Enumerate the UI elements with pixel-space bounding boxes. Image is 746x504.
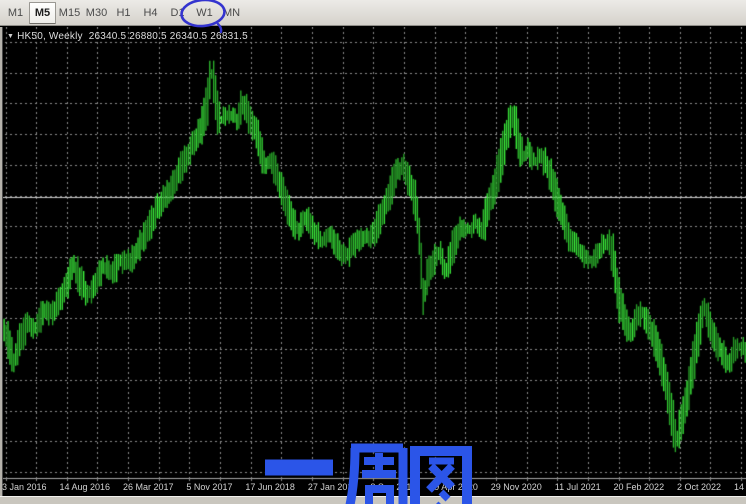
timeframe-button-D1[interactable]: D1	[164, 2, 191, 24]
price-chart-pane: ▼HK50, Weekly 26340.5 26880.5 26340.5 268…	[0, 27, 746, 496]
timeframe-button-M15[interactable]: M15	[56, 2, 83, 24]
x-axis-label: 14	[734, 482, 744, 492]
x-axis-label: 27 Jan 2019	[308, 482, 358, 492]
x-axis-label: 2 Oct 2022	[677, 482, 721, 492]
x-axis-label: 17 Jun 2018	[245, 482, 295, 492]
timeframe-toolbar: M1M5M15M30H1H4D1W1MN	[0, 0, 746, 26]
x-axis-label: 14 Aug 2016	[59, 482, 110, 492]
timeframe-button-H1[interactable]: H1	[110, 2, 137, 24]
x-axis-label: 20 Feb 2022	[614, 482, 665, 492]
price-chart-canvas[interactable]	[0, 27, 746, 496]
x-axis-label: 3 Jan 2016	[2, 482, 47, 492]
timeframe-button-H4[interactable]: H4	[137, 2, 164, 24]
x-axis-label: 11 Jul 2021	[555, 482, 601, 492]
chart-ohlc-values: 26340.5 26880.5 26340.5 26831.5	[89, 31, 248, 42]
mt4-chart-window: M1M5M15M30H1H4D1W1MN ▼HK50, Weekly 26340.…	[0, 0, 746, 504]
x-axis-label: 5 Nov 2017	[186, 482, 232, 492]
chart-symbol-period: HK50, Weekly	[17, 31, 83, 42]
date-axis: 3 Jan 2016 14 Aug 2016 26 Mar 2017 5 Nov 20…	[0, 478, 746, 496]
timeframe-button-MN[interactable]: MN	[218, 2, 245, 24]
x-axis-label: 29 Nov 2020	[491, 482, 542, 492]
timeframe-button-M1[interactable]: M1	[2, 2, 29, 24]
x-axis-label: 19 Apr 2020	[429, 482, 478, 492]
timeframe-button-M30[interactable]: M30	[83, 2, 110, 24]
timeframe-button-W1[interactable]: W1	[191, 2, 218, 24]
chart-title: ▼HK50, Weekly 26340.5 26880.5 26340.5 268…	[7, 31, 248, 42]
window-left-edge-shadow	[2, 27, 3, 496]
timeframe-button-M5[interactable]: M5	[29, 2, 56, 24]
chart-symbol-menu-icon[interactable]: ▼	[7, 33, 14, 40]
x-axis-label: 26 Mar 2017	[123, 482, 174, 492]
window-status-strip	[0, 496, 746, 504]
timeframe-buttons: M1M5M15M30H1H4D1W1MN	[2, 2, 245, 24]
x-axis-label: 8 Sep 2019	[370, 482, 416, 492]
